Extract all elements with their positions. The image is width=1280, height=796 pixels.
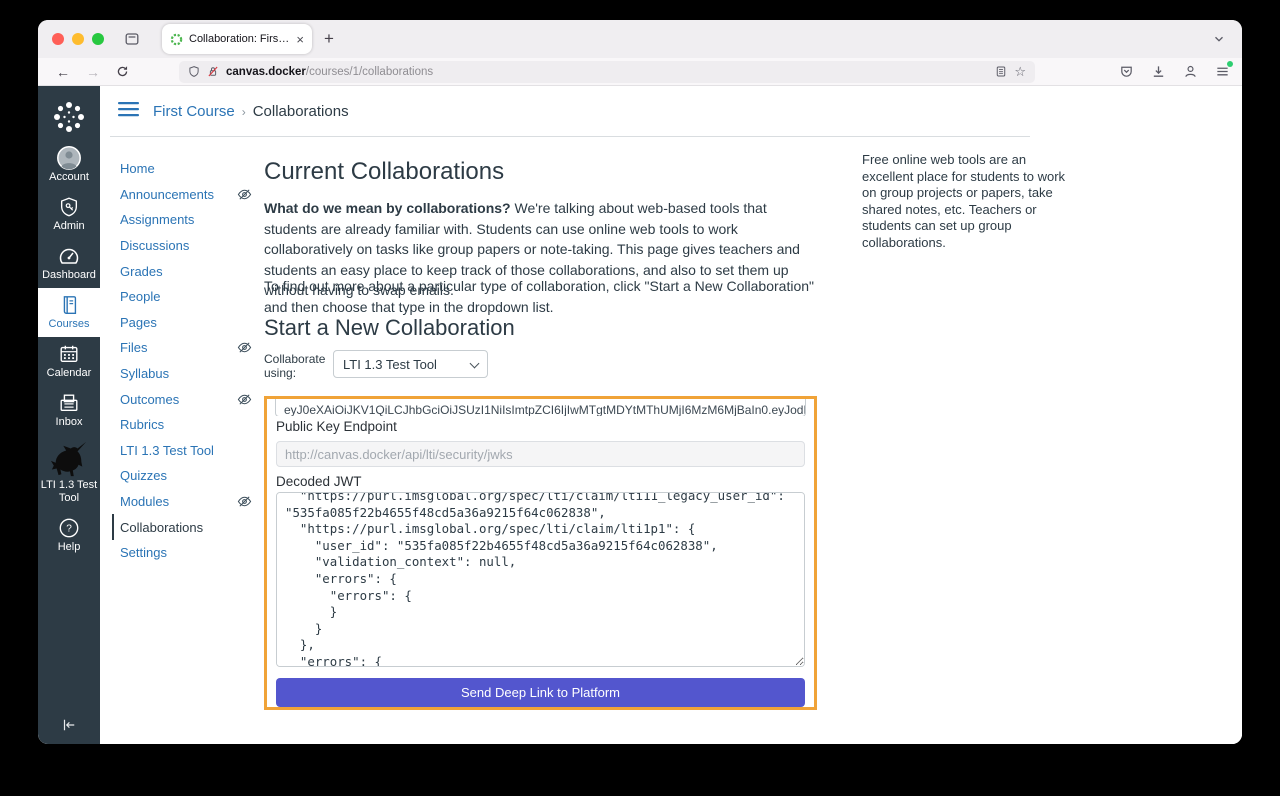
tab-favicon — [170, 33, 183, 46]
calendar-icon — [38, 342, 100, 366]
window-controls — [52, 33, 104, 45]
breadcrumb-separator: › — [242, 105, 246, 119]
start-collaboration-heading: Start a New Collaboration — [264, 315, 515, 341]
course-nav-home[interactable]: Home — [120, 156, 252, 182]
forward-button[interactable]: → — [86, 65, 100, 79]
reader-view-icon[interactable] — [995, 65, 1007, 78]
breadcrumb-current: Collaborations — [253, 103, 349, 120]
global-nav-inbox[interactable]: Inbox — [38, 386, 100, 435]
collaboration-tool-select[interactable]: LTI 1.3 Test Tool — [333, 350, 488, 378]
url-bar[interactable]: canvas.docker /courses/1/collaborations … — [179, 61, 1035, 83]
send-deep-link-button[interactable]: Send Deep Link to Platform — [276, 678, 805, 707]
course-nav-files[interactable]: Files — [120, 335, 252, 361]
course-nav-discussions[interactable]: Discussions — [120, 233, 252, 259]
course-nav-syllabus[interactable]: Syllabus — [120, 361, 252, 387]
collaboration-tool-select-wrap: LTI 1.3 Test Tool — [333, 350, 488, 380]
browser-tab-bar: Collaboration: First Course × + — [38, 20, 1242, 58]
collapse-global-nav-icon[interactable] — [38, 716, 100, 734]
current-collaborations-heading: Current Collaborations — [264, 158, 504, 186]
course-nav-settings[interactable]: Settings — [120, 540, 252, 566]
unicorn-icon — [38, 440, 100, 478]
browser-toolbar: ← → canvas.docker /courses/1/collaborati… — [38, 58, 1242, 86]
collaborations-info-paragraph: To find out more about a particular type… — [264, 276, 817, 317]
list-tabs-chevron-icon[interactable] — [1212, 32, 1226, 46]
admin-shield-icon — [38, 195, 100, 219]
hamburger-menu-icon[interactable] — [118, 101, 139, 117]
global-nav-help[interactable]: ? Help — [38, 511, 100, 560]
svg-text:?: ? — [66, 524, 72, 535]
url-host: canvas.docker — [226, 66, 306, 78]
back-button[interactable]: ← — [56, 65, 70, 79]
insecure-lock-icon[interactable] — [207, 65, 219, 78]
courses-book-icon — [38, 293, 100, 317]
collaborate-using-label: Collaborate using: — [264, 350, 322, 380]
app-menu-icon[interactable] — [1215, 64, 1230, 79]
course-nav-grades[interactable]: Grades — [120, 258, 252, 284]
global-nav-account[interactable]: Account — [38, 141, 100, 190]
course-nav-lti-test-tool[interactable]: LTI 1.3 Test Tool — [120, 438, 252, 464]
browser-tab[interactable]: Collaboration: First Course × — [162, 24, 312, 54]
reload-button[interactable] — [116, 65, 129, 78]
global-nav-courses[interactable]: Courses — [38, 288, 100, 337]
close-window-button[interactable] — [52, 33, 64, 45]
help-question-icon: ? — [38, 516, 100, 540]
browser-window: Collaboration: First Course × + ← → canv… — [38, 20, 1242, 744]
course-nav-pages[interactable]: Pages — [120, 310, 252, 336]
global-nav-admin[interactable]: Admin — [38, 190, 100, 239]
page-content: First Course › Collaborations Home Annou… — [100, 86, 1242, 744]
minimize-window-button[interactable] — [72, 33, 84, 45]
menu-notification-dot — [1227, 61, 1233, 67]
dashboard-gauge-icon — [38, 244, 100, 268]
collaborations-help-text: Free online web tools are an excellent p… — [862, 152, 1068, 252]
new-tab-button[interactable]: + — [324, 29, 334, 49]
public-key-endpoint-input[interactable] — [276, 441, 805, 467]
tab-close-icon[interactable]: × — [296, 33, 304, 46]
header-divider — [110, 136, 1030, 137]
decoded-jwt-label: Decoded JWT — [276, 474, 362, 489]
course-nav-people[interactable]: People — [120, 284, 252, 310]
global-nav-calendar[interactable]: Calendar — [38, 337, 100, 386]
course-nav-outcomes[interactable]: Outcomes — [120, 386, 252, 412]
inbox-icon — [38, 391, 100, 415]
course-nav-announcements[interactable]: Announcements — [120, 182, 252, 208]
hidden-eye-slash-icon — [237, 494, 252, 509]
bookmark-star-icon[interactable]: ☆ — [1014, 65, 1026, 78]
collaborate-using-row: Collaborate using: LTI 1.3 Test Tool — [264, 350, 488, 380]
canvas-logo-icon[interactable] — [47, 95, 91, 139]
jwt-textarea[interactable]: eyJ0eXAiOiJKV1QiLCJhbGciOiJSUzI1NiIsImtp… — [275, 399, 806, 416]
hidden-eye-slash-icon — [237, 392, 252, 407]
public-key-endpoint-label: Public Key Endpoint — [276, 419, 397, 434]
breadcrumb-course-link[interactable]: First Course — [153, 103, 235, 120]
breadcrumb: First Course › Collaborations — [153, 103, 349, 120]
zoom-window-button[interactable] — [92, 33, 104, 45]
global-nav-dashboard[interactable]: Dashboard — [38, 239, 100, 288]
url-path: /courses/1/collaborations — [306, 66, 433, 78]
canvas-app: Account Admin Dashboard Courses — [38, 86, 1242, 744]
tracking-protection-shield-icon[interactable] — [188, 65, 200, 78]
hidden-eye-slash-icon — [237, 187, 252, 202]
lti-tool-frame: eyJ0eXAiOiJKV1QiLCJhbGciOiJSUzI1NiIsImtp… — [264, 396, 817, 710]
course-nav: Home Announcements Assignments Discussio… — [120, 156, 252, 566]
global-nav: Account Admin Dashboard Courses — [38, 86, 100, 744]
firefox-view-icon[interactable] — [124, 31, 140, 47]
course-nav-modules[interactable]: Modules — [120, 489, 252, 515]
global-nav-lti-test-tool[interactable]: LTI 1.3 TestTool — [38, 435, 100, 511]
account-avatar-icon — [38, 146, 100, 170]
account-icon[interactable] — [1183, 64, 1198, 79]
tab-title: Collaboration: First Course — [189, 33, 290, 45]
course-nav-assignments[interactable]: Assignments — [120, 207, 252, 233]
course-nav-collaborations[interactable]: Collaborations — [112, 514, 252, 540]
jwt-field-clipped: eyJ0eXAiOiJKV1QiLCJhbGciOiJSUzI1NiIsImtp… — [275, 399, 806, 416]
decoded-jwt-textarea[interactable]: "https://purl.imsglobal.org/spec/lti/cla… — [276, 492, 805, 667]
pocket-icon[interactable] — [1119, 64, 1134, 79]
course-nav-quizzes[interactable]: Quizzes — [120, 463, 252, 489]
hidden-eye-slash-icon — [237, 340, 252, 355]
downloads-icon[interactable] — [1151, 64, 1166, 79]
course-nav-rubrics[interactable]: Rubrics — [120, 412, 252, 438]
